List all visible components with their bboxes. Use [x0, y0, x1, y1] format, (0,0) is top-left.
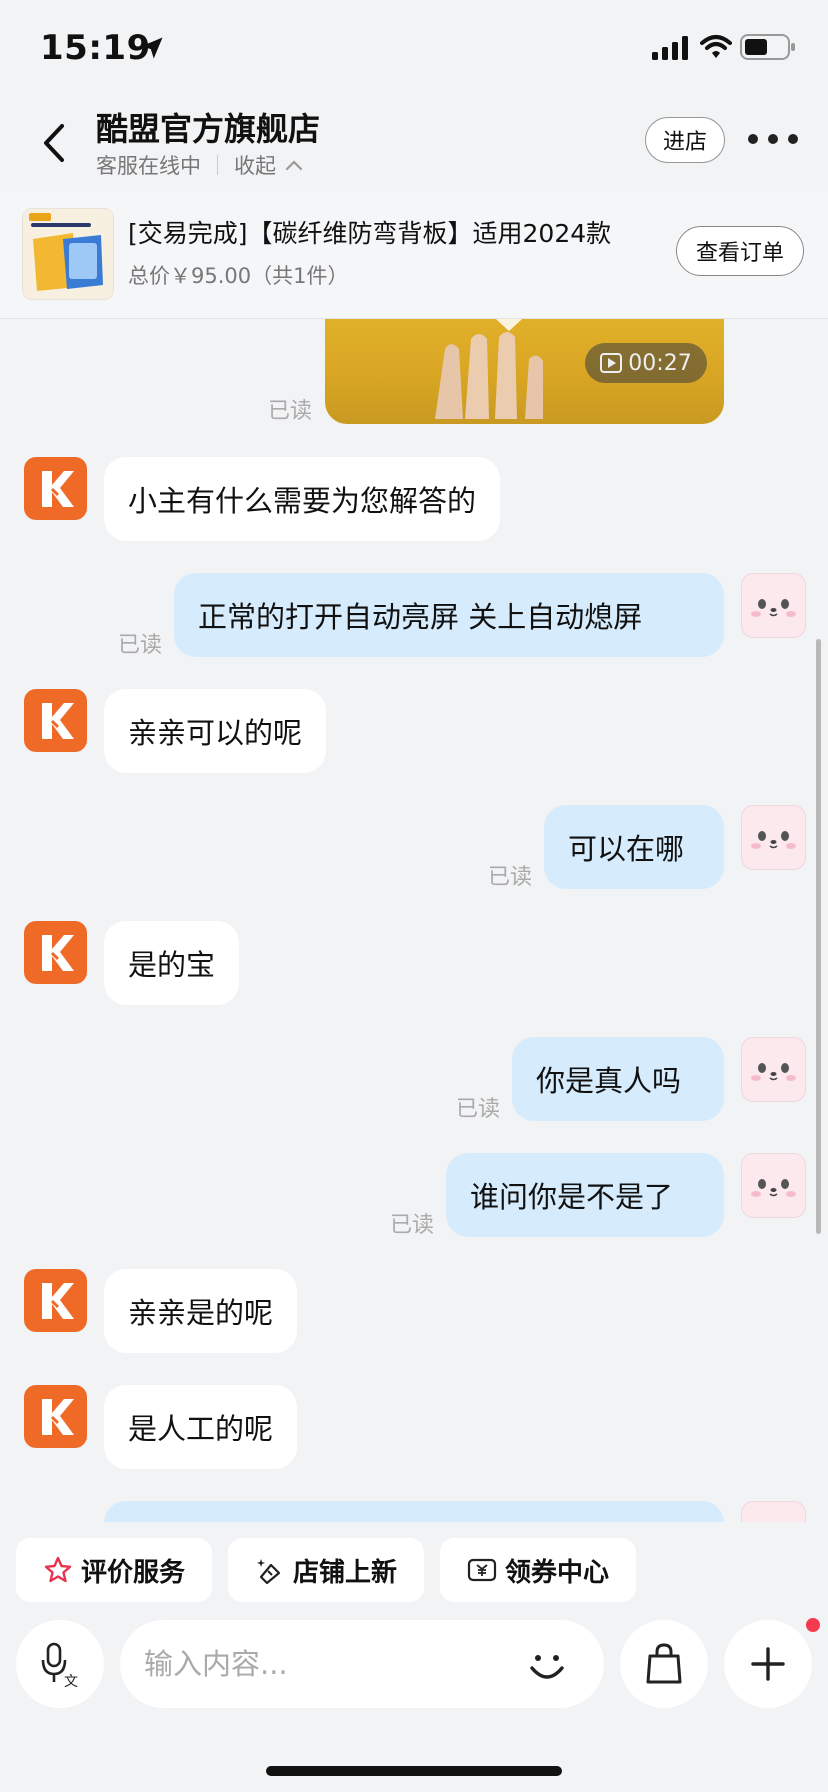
service-status: 客服在线中	[96, 154, 201, 178]
read-receipt: 已读	[268, 399, 313, 424]
user-avatar[interactable]	[741, 1037, 806, 1102]
bear-avatar-icon	[751, 1179, 796, 1197]
wifi-icon	[700, 35, 732, 58]
read-receipt: 已读	[390, 1213, 435, 1238]
message-bubble-shop[interactable]: 小主有什么需要为您解答的	[104, 457, 501, 541]
shop-avatar[interactable]	[24, 457, 87, 520]
chat-area[interactable]: 00:27 已读 小主有什么需要为您解答的 正常的打开自动亮屏 关上自动熄屏 已…	[0, 319, 828, 1522]
shop-logo-icon	[41, 1282, 74, 1319]
read-receipt: 已读	[488, 865, 533, 890]
message-bubble-shop[interactable]: 亲亲可以的呢	[104, 689, 327, 773]
notification-dot	[806, 1618, 820, 1632]
user-avatar[interactable]	[741, 1153, 806, 1218]
shop-logo-icon	[41, 470, 74, 507]
shop-title[interactable]: 酷盟官方旗舰店	[96, 104, 320, 150]
message-bubble-user[interactable]: 谁问你是不是了	[446, 1153, 724, 1237]
rate-service-label: 评价服务	[80, 1557, 185, 1588]
shopping-bag-icon	[646, 1643, 682, 1684]
read-receipt: 已读	[456, 1097, 501, 1122]
divider	[217, 155, 218, 175]
sparkle-tag-icon	[256, 1559, 281, 1585]
message-bubble-shop[interactable]: 是人工的呢	[104, 1385, 298, 1469]
svg-text:文: 文	[64, 1674, 78, 1688]
product-thumbnail[interactable]	[22, 208, 114, 300]
shop-logo-icon	[41, 934, 74, 971]
bear-avatar-icon	[751, 599, 796, 617]
message-bubble-user[interactable]: 你是真人吗	[512, 1037, 724, 1121]
message-bubble-user[interactable]: 正常的打开自动亮屏 关上自动熄屏	[174, 573, 724, 657]
user-avatar[interactable]	[741, 805, 806, 870]
bear-avatar-icon	[751, 1063, 796, 1081]
shop-logo-icon	[41, 1398, 74, 1435]
bear-avatar-icon	[751, 831, 796, 849]
message-bubble-shop[interactable]: 是的宝	[104, 921, 240, 1005]
order-title[interactable]: [交易完成]【碳纤维防弯背板】适用2024款	[128, 214, 648, 250]
shop-avatar[interactable]	[24, 689, 87, 752]
coupon-center-button[interactable]: 领券中心	[440, 1538, 636, 1602]
emoji-icon[interactable]	[522, 1640, 572, 1690]
rate-service-button[interactable]: 评价服务	[16, 1538, 212, 1602]
user-avatar[interactable]	[741, 1501, 806, 1522]
back-arrow-icon[interactable]	[36, 118, 76, 168]
home-indicator[interactable]	[266, 1766, 562, 1776]
microphone-icon: 文	[41, 1642, 78, 1688]
header-subline: 客服在线中 收起	[96, 150, 304, 180]
video-duration-text: 00:27	[628, 350, 692, 376]
product-image	[23, 209, 113, 299]
shop-logo-icon	[41, 702, 74, 739]
chevron-up-icon[interactable]	[284, 158, 304, 172]
shop-avatar[interactable]	[24, 1385, 87, 1448]
status-bar: 15:19	[0, 0, 828, 100]
shop-avatar[interactable]	[24, 921, 87, 984]
coupon-center-label: 领券中心	[504, 1557, 609, 1588]
store-new-button[interactable]: 店铺上新	[228, 1538, 424, 1602]
quick-action-bar: 评价服务 店铺上新 领券中心	[0, 1522, 828, 1618]
more-options-icon[interactable]	[748, 134, 798, 146]
enter-store-button[interactable]: 进店	[645, 117, 725, 163]
user-avatar[interactable]	[741, 573, 806, 638]
plus-icon	[751, 1647, 785, 1681]
store-new-label: 店铺上新	[292, 1557, 397, 1588]
status-time: 15:19	[40, 28, 151, 68]
order-price: 总价￥95.00（共1件）	[128, 264, 349, 288]
chat-scrollbar[interactable]	[816, 639, 821, 1234]
video-message[interactable]: 00:27	[325, 319, 724, 424]
message-bubble-user[interactable]: 可以在哪	[544, 805, 724, 889]
battery-icon	[740, 34, 795, 60]
star-icon	[44, 1556, 72, 1583]
coupon-icon	[467, 1558, 497, 1582]
video-frame-hand	[435, 319, 543, 419]
location-arrow-icon	[141, 37, 163, 59]
voice-input-button[interactable]: 文	[16, 1620, 104, 1708]
play-icon	[600, 353, 623, 373]
video-duration: 00:27	[585, 343, 707, 383]
chat-header: 酷盟官方旗舰店 客服在线中 收起 进店	[0, 100, 828, 192]
more-actions-button[interactable]	[724, 1620, 812, 1708]
order-card[interactable]: [交易完成]【碳纤维防弯背板】适用2024款 总价￥95.00（共1件） 查看订…	[0, 192, 828, 319]
shop-avatar[interactable]	[24, 1269, 87, 1332]
cellular-signal-icon	[652, 36, 688, 60]
product-bag-button[interactable]	[620, 1620, 708, 1708]
read-receipt: 已读	[118, 633, 163, 658]
message-bubble-shop[interactable]: 亲亲是的呢	[104, 1269, 298, 1353]
collapse-link[interactable]: 收起	[234, 150, 276, 180]
input-bar: 文	[0, 1618, 828, 1792]
view-order-button[interactable]: 查看订单	[676, 226, 804, 276]
message-bubble-user-partial[interactable]	[104, 1501, 724, 1522]
